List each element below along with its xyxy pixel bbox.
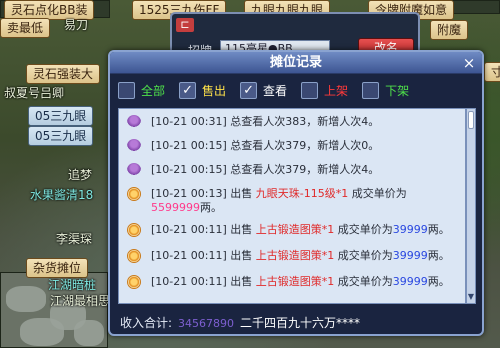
checkbox-checked[interactable]: ✓ (179, 81, 197, 99)
person-icon (127, 163, 141, 177)
coin-icon (127, 275, 141, 289)
stall-record-dialog: 摊位记录 × 全部 ✓ 售出 ✓ 查看 上架 下架 [10-21 00:31] … (108, 50, 484, 336)
player-stall[interactable]: 寸 (484, 62, 500, 82)
boulder (74, 320, 104, 346)
close-icon[interactable]: × (460, 54, 478, 72)
npc-name[interactable]: 追梦 (68, 166, 92, 183)
checkbox[interactable] (301, 81, 319, 99)
person-icon (127, 139, 141, 153)
filter-delisted[interactable]: 下架 (362, 81, 415, 99)
boulder (20, 318, 64, 346)
record-text: [10-21 00:15] 总查看人次379，新增人次0。 (151, 139, 380, 152)
income-value: 二千四百九十六万**** (240, 316, 361, 330)
boulder (6, 286, 46, 312)
player-stall[interactable]: 05三九眼 (28, 106, 94, 126)
filter-label: 全部 (141, 83, 166, 98)
npc-name[interactable]: 叔夏号吕卿 (4, 84, 64, 101)
filter-viewed[interactable]: ✓ 查看 (240, 81, 293, 99)
filter-listed[interactable]: 上架 (301, 81, 354, 99)
dialog-title: 摊位记录 (110, 52, 482, 74)
filter-bar: 全部 ✓ 售出 ✓ 查看 上架 下架 (118, 80, 478, 100)
coin-icon (127, 187, 141, 201)
filter-label: 售出 (202, 83, 227, 98)
record-text: [10-21 00:31] 总查看人次383，新增人次4。 (151, 115, 380, 128)
scroll-down-icon[interactable]: ▼ (467, 292, 475, 302)
filter-sold[interactable]: ✓ 售出 (179, 81, 232, 99)
npc-name[interactable]: 易刀 (64, 16, 88, 33)
filter-label: 下架 (385, 83, 410, 98)
record-text: [10-21 00:13] 出售 九眼天珠-115级*1 成交单价为559999… (151, 187, 407, 214)
coin-icon (127, 223, 141, 237)
npc-name[interactable]: 水果酱清18 (30, 186, 93, 203)
filter-label: 上架 (324, 83, 349, 98)
scrollbar-thumb[interactable] (468, 111, 474, 129)
npc-name[interactable]: 李渠琛 (56, 230, 92, 247)
player-stall[interactable]: 附魔 (430, 20, 469, 40)
player-stall[interactable]: 灵石强装大 (26, 64, 101, 84)
checkbox-checked[interactable]: ✓ (240, 81, 258, 99)
checkbox[interactable] (118, 81, 135, 99)
npc-name[interactable]: 江湖最相思 (50, 292, 110, 309)
player-stall[interactable]: 05三九眼 (28, 126, 94, 146)
record-text: [10-21 00:15] 总查看人次379，新增人次4。 (151, 163, 380, 176)
checkbox[interactable] (362, 81, 380, 99)
filter-label: 查看 (263, 83, 288, 98)
scrollbar[interactable]: ▼ (466, 108, 476, 304)
coin-icon (127, 249, 141, 263)
record-text: [10-21 00:11] 出售 上古锻造图策*1 成交单价为39999两。 (151, 275, 450, 288)
record-list[interactable]: [10-21 00:31] 总查看人次383，新增人次4。 [10-21 00:… (118, 108, 466, 304)
dialog-icon: ⊏ (176, 18, 194, 32)
income-total: 收入合计: 34567890 二千四百九十六万**** (120, 314, 360, 331)
filter-all[interactable]: 全部 (118, 81, 171, 99)
player-stall[interactable]: 卖最低 (0, 18, 51, 38)
income-label: 收入合计: (120, 316, 173, 330)
record-text: [10-21 00:11] 出售 上古锻造图策*1 成交单价为39999两。 (151, 249, 450, 262)
npc-name[interactable]: 江湖暗桩 (48, 276, 96, 293)
person-icon (127, 115, 141, 129)
record-text: [10-21 00:11] 出售 上古锻造图策*1 成交单价为39999两。 (151, 223, 450, 236)
player-stall[interactable]: 杂货摊位 (26, 258, 89, 278)
income-masked: 34567890 (178, 317, 235, 330)
